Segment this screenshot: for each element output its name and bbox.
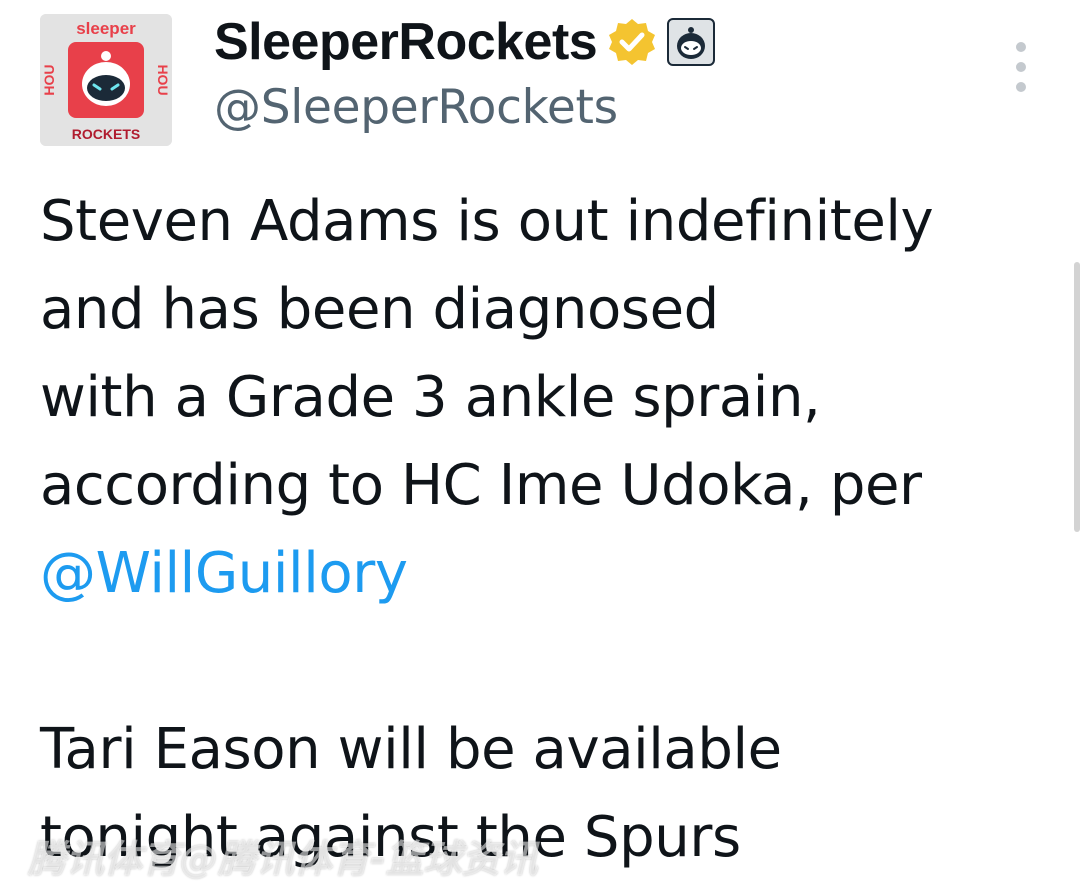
avatar-side-text-right: HOU: [155, 64, 171, 95]
avatar-side-text-left: HOU: [41, 64, 57, 95]
tweet-text: Steven Adams is out indefinitely and has…: [40, 178, 1050, 882]
tweet-text-line: according to HC Ime Udoka, per: [40, 453, 922, 518]
avatar-bottom-text: ROCKETS: [72, 126, 140, 142]
tweet-text-line: tonight against the Spurs: [40, 805, 741, 870]
more-vertical-icon-dot: [1016, 62, 1026, 72]
tweet-text-line: with a Grade 3 ankle sprain,: [40, 365, 821, 430]
tweet-card: sleeper ROCKETS HOU HOU SleeperRockets @…: [0, 0, 1080, 889]
more-vertical-icon-dot: [1016, 82, 1026, 92]
tweet-text-line: and has been diagnosed: [40, 277, 719, 342]
avatar-top-text: sleeper: [76, 19, 136, 38]
author-name-row: SleeperRockets: [214, 10, 716, 74]
mention-link[interactable]: @WillGuillory: [40, 530, 1050, 618]
more-options-button[interactable]: [1006, 42, 1036, 92]
more-vertical-icon-dot: [1016, 42, 1026, 52]
tweet-text-line: Steven Adams is out indefinitely: [40, 189, 934, 254]
author-avatar[interactable]: sleeper ROCKETS HOU HOU: [40, 14, 172, 146]
author-display-name[interactable]: SleeperRockets: [214, 12, 598, 72]
tweet-text-line: Tari Eason will be available: [40, 717, 782, 782]
author-handle[interactable]: @SleeperRockets: [214, 80, 618, 135]
affiliate-robot-icon[interactable]: [667, 18, 716, 66]
scrollbar-thumb[interactable]: [1074, 262, 1080, 532]
verified-badge-icon: [607, 17, 657, 67]
